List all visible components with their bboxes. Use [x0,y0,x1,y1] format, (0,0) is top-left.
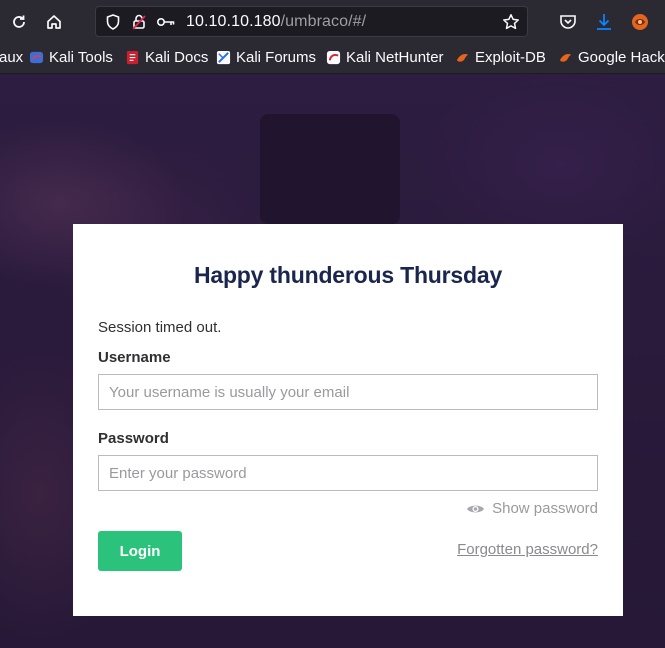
login-card: Happy thunderous Thursday Session timed … [73,224,623,616]
url-bar[interactable]: 10.10.10.180/umbraco/#/ [95,6,528,37]
bookmark-label: Exploit-DB [475,49,546,66]
login-button[interactable]: Login [98,531,182,571]
greeting-heading: Happy thunderous Thursday [193,262,503,288]
bookmark-label: Kali Tools [49,49,113,66]
bookmark-kali-tools[interactable]: Kali Tools [29,49,113,66]
kali-docs-icon [126,50,139,65]
kali-forums-icon [216,50,231,65]
session-message: Session timed out. [98,319,222,336]
bookmark-kali-forums[interactable]: Kali Forums [216,49,316,66]
forgotten-password-link[interactable]: Forgotten password? [457,541,598,558]
username-input[interactable] [98,374,598,410]
kali-nethunter-icon [326,50,341,65]
bookmark-label: Google Hacki [578,49,665,66]
url-text[interactable]: 10.10.10.180/umbraco/#/ [186,13,366,31]
show-password-label: Show password [492,500,598,517]
shield-icon[interactable] [104,13,122,31]
password-label: Password [98,430,169,447]
reload-icon[interactable] [6,9,32,35]
url-host: 10.10.10.180 [186,13,281,30]
google-hacking-icon [559,53,572,62]
username-label: Username [98,349,171,366]
bookmark-label: Kali NetHunter [346,49,444,66]
bookmark-label: Kali Docs [145,49,209,66]
eye-icon [467,505,485,512]
downloads-icon[interactable] [594,12,614,32]
key-icon[interactable] [156,13,175,31]
show-password-toggle[interactable]: Show password [466,500,598,517]
extension-icon[interactable] [630,12,650,32]
bookmark-google-hacking[interactable]: Google Hacki [558,49,665,66]
url-path: /umbraco/#/ [280,13,367,30]
bookmark-exploit-db[interactable]: Exploit-DB [455,49,546,66]
bookmark-star-icon[interactable] [502,13,520,31]
bookmark-kali-nethunter[interactable]: Kali NetHunter [326,49,444,66]
bookmarks-toolbar: aux Kali Tools Kali Docs Kali Forums Kal… [0,43,665,74]
kali-tools-icon [29,51,44,64]
home-icon[interactable] [41,9,67,35]
pocket-icon[interactable] [558,12,578,32]
bookmark-label: Kali Forums [236,49,317,66]
exploit-db-icon [456,53,469,62]
bookmark-kali-docs[interactable]: Kali Docs [125,49,208,66]
insecure-lock-icon[interactable] [130,13,148,31]
bookmark-label: aux [0,49,24,66]
browser-toolbar: 10.10.10.180/umbraco/#/ [0,0,665,43]
bookmark-partial[interactable]: aux [0,49,23,66]
background-shape [260,114,400,224]
password-input[interactable] [98,455,598,491]
